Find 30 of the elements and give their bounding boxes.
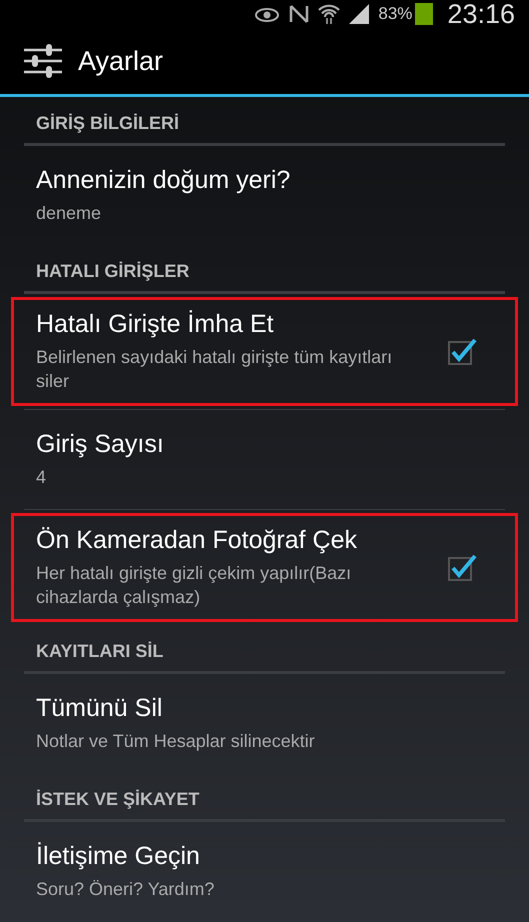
setting-summary: Notlar ve Tüm Hesaplar silinecektir (36, 730, 316, 753)
signal-icon (348, 4, 370, 24)
setting-title: Annenizin doğum yeri? (36, 166, 292, 195)
setting-summary: 4 (36, 466, 48, 489)
section-header: GİRİŞ BİLGİLERİ (24, 97, 505, 146)
setting-title: Hatalı Girişte İmha Et (36, 310, 275, 339)
wifi-icon (318, 4, 340, 24)
clock: 23:16 (447, 0, 515, 30)
settings-row[interactable]: Ön Kameradan Fotoğraf Çek Her hatalı girişte gizli çekim yapılır(Bazı cihazlarda çalışmaz) (14, 516, 515, 619)
settings-icon[interactable] (24, 43, 62, 79)
setting-summary: Belirlenen sayıdaki hatalı girişte tüm kayıtları siler (36, 346, 394, 393)
battery-percent: 83% (378, 4, 412, 24)
setting-title: Tümünü Sil (36, 694, 164, 723)
settings-row[interactable]: Annenizin doğum yeri? deneme (24, 148, 505, 243)
setting-title: İletişime Geçin (36, 842, 201, 871)
settings-row[interactable]: Tümünü Sil Notlar ve Tüm Hesaplar silinecektir (24, 676, 505, 771)
screen-title: Ayarlar (78, 46, 164, 76)
eye-icon (254, 6, 280, 22)
setting-summary: deneme (36, 202, 102, 225)
battery-icon (415, 3, 434, 25)
settings-row[interactable]: Giriş Sayısı 4 (24, 412, 505, 507)
section-header: HATALI GİRİŞLER (24, 245, 505, 294)
section-header: KAYITLARI SİL (24, 625, 505, 674)
setting-title: Giriş Sayısı (36, 430, 165, 459)
section-header: İSTEK VE ŞİKAYET (24, 773, 505, 822)
setting-summary: Soru? Öneri? Yardım? (36, 878, 216, 901)
setting-summary: Her hatalı girişte gizli çekim yapılır(Bazı cihazlarda çalışmaz) (36, 562, 352, 609)
settings-row[interactable]: İletişime Geçin Soru? Öneri? Yardım? (24, 824, 505, 919)
setting-title: Ön Kameradan Fotoğraf Çek (36, 526, 358, 555)
settings-row[interactable]: Hatalı Girişte İmha Et Belirlenen sayıdaki hatalı girişte tüm kayıtları siler (14, 300, 515, 403)
